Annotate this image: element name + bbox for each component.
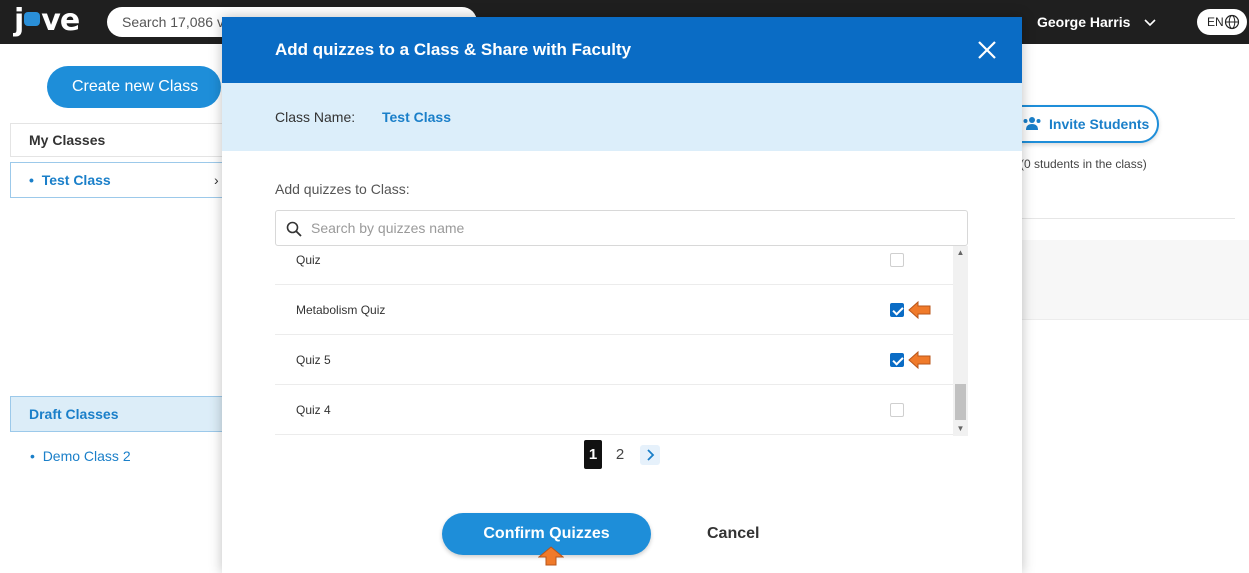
quiz-name: Quiz 5 xyxy=(296,353,331,367)
chevron-down-icon[interactable] xyxy=(1140,12,1160,32)
jove-logo[interactable]: j ve xyxy=(14,2,80,40)
quiz-checkbox[interactable] xyxy=(890,403,904,417)
class-name-value: Test Class xyxy=(382,109,451,125)
user-name[interactable]: George Harris xyxy=(1037,0,1130,44)
quiz-list-scrollbar[interactable]: ▲ ▼ xyxy=(953,246,968,436)
search-icon xyxy=(286,221,302,237)
divider xyxy=(1020,218,1235,219)
logo-bubble-icon xyxy=(24,11,41,26)
class-content-panel xyxy=(1020,240,1249,320)
language-label: EN xyxy=(1207,15,1224,29)
page-current[interactable]: 1 xyxy=(584,440,602,469)
draft-class-name: Demo Class 2 xyxy=(42,448,131,464)
cancel-button[interactable]: Cancel xyxy=(707,513,759,555)
class-name-band: Class Name: Test Class xyxy=(222,83,1022,151)
quiz-name: Quiz 4 xyxy=(296,403,331,417)
quiz-checkbox-checked[interactable] xyxy=(890,303,904,317)
sidebar-item-test-class[interactable]: • Test Class › xyxy=(10,162,230,198)
quiz-checkbox[interactable] xyxy=(890,253,904,267)
add-quizzes-label: Add quizzes to Class: xyxy=(275,181,410,197)
students-count: (0 students in the class) xyxy=(1020,157,1147,171)
my-classes-header[interactable]: My Classes xyxy=(10,123,230,157)
page-link[interactable]: 2 xyxy=(611,440,629,469)
quiz-checkbox-checked[interactable] xyxy=(890,353,904,367)
chevron-right-icon[interactable] xyxy=(640,445,660,465)
class-name: Test Class xyxy=(41,172,111,188)
language-selector[interactable]: EN xyxy=(1197,9,1247,35)
scroll-down-icon[interactable]: ▼ xyxy=(953,422,968,436)
quiz-name: Metabolism Quiz xyxy=(296,303,386,317)
scroll-thumb[interactable] xyxy=(955,384,966,420)
close-icon[interactable] xyxy=(975,38,999,62)
globe-icon xyxy=(1224,14,1240,30)
sidebar-item-demo-class[interactable]: • Demo Class 2 xyxy=(30,448,131,464)
create-class-button[interactable]: Create new Class xyxy=(47,66,221,108)
users-icon xyxy=(1023,117,1041,130)
modal-header: Add quizzes to a Class & Share with Facu… xyxy=(222,17,1022,83)
quiz-search-box[interactable] xyxy=(275,210,968,246)
quiz-list: Quiz Metabolism Quiz Quiz 5 Quiz 4 xyxy=(275,246,967,436)
invite-students-label: Invite Students xyxy=(1049,116,1150,132)
global-search-placeholder: Search 17,086 v xyxy=(122,14,224,30)
bullet: • xyxy=(29,172,42,188)
quiz-name: Quiz xyxy=(296,253,321,267)
arrow-up-icon xyxy=(538,546,564,566)
add-quizzes-modal: Add quizzes to a Class & Share with Facu… xyxy=(222,17,1022,573)
quiz-row[interactable]: Quiz 5 xyxy=(275,335,953,385)
scroll-up-icon[interactable]: ▲ xyxy=(953,246,968,260)
quiz-row[interactable]: Quiz xyxy=(275,246,953,285)
arrow-left-icon xyxy=(908,300,931,320)
quiz-row[interactable]: Metabolism Quiz xyxy=(275,285,953,335)
invite-students-button[interactable]: Invite Students xyxy=(1000,105,1159,143)
class-name-label: Class Name: xyxy=(275,109,356,125)
chevron-right-icon: › xyxy=(214,172,219,188)
modal-title: Add quizzes to a Class & Share with Facu… xyxy=(275,40,632,59)
arrow-left-icon xyxy=(908,350,931,370)
draft-classes-header[interactable]: Draft Classes xyxy=(10,396,230,432)
quiz-row[interactable]: Quiz 4 xyxy=(275,385,953,435)
quiz-search-input[interactable] xyxy=(311,211,951,245)
bullet: • xyxy=(30,448,43,464)
